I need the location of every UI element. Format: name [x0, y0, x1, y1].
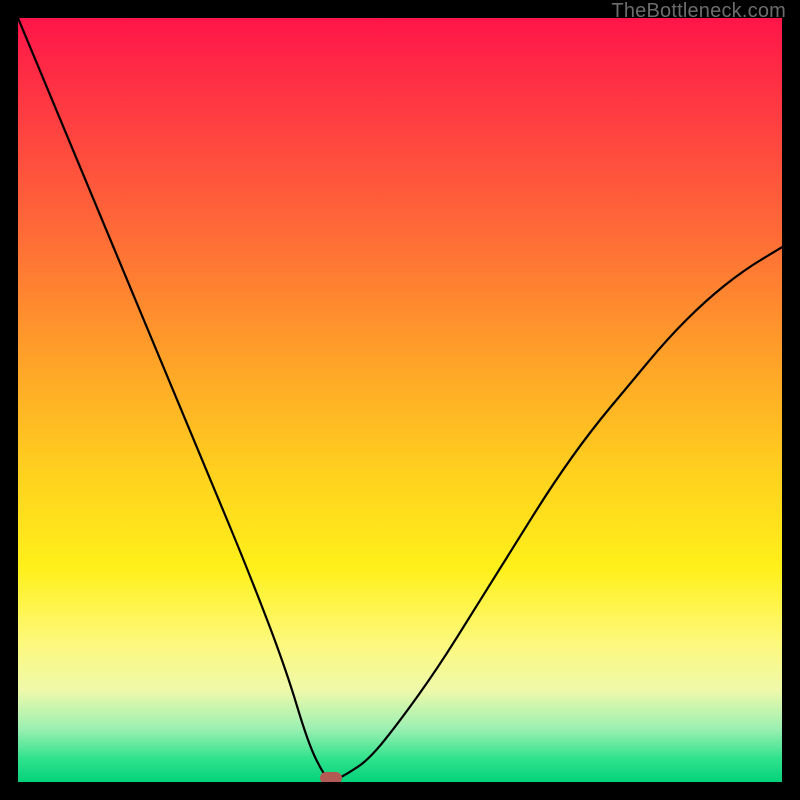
watermark-text: TheBottleneck.com — [611, 0, 786, 23]
minimum-marker — [320, 772, 342, 782]
plot-area — [18, 18, 782, 782]
bottleneck-curve — [18, 18, 782, 782]
chart-frame: TheBottleneck.com — [0, 0, 800, 800]
